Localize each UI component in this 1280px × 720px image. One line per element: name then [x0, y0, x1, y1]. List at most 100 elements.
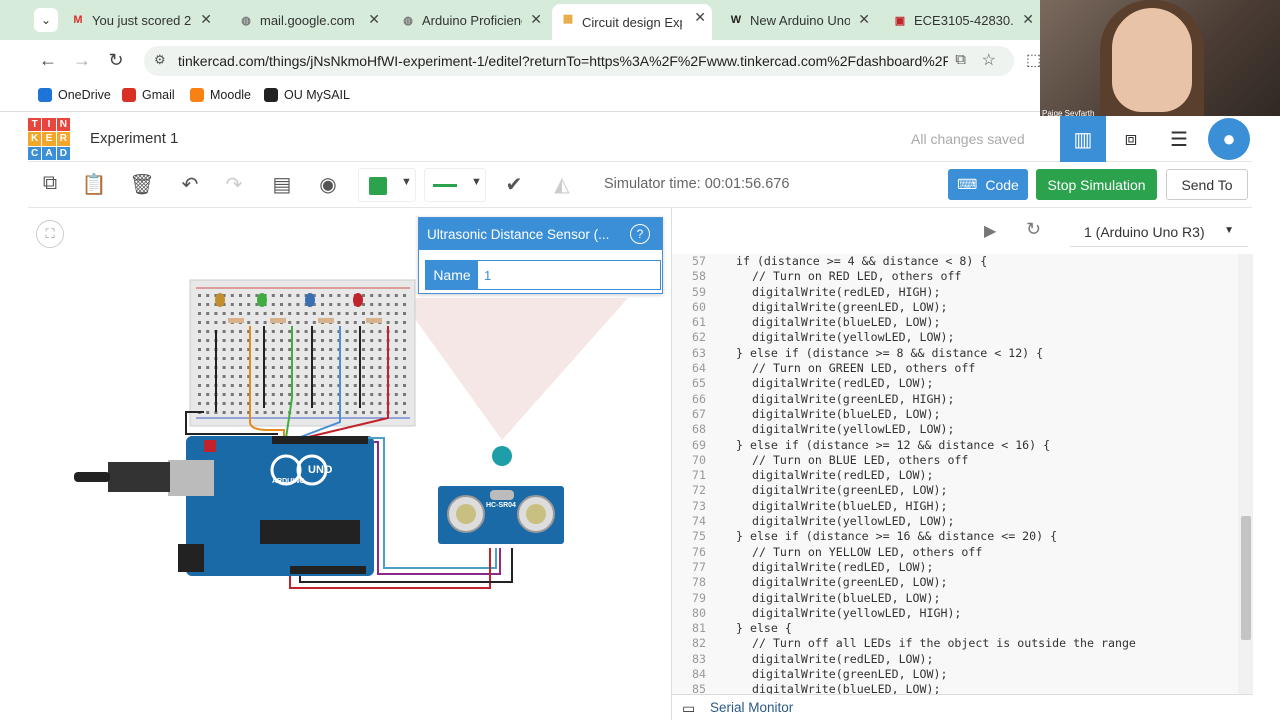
bookmark-item[interactable]: Gmail — [122, 88, 175, 102]
line-text: // Turn on YELLOW LED, others off — [752, 544, 983, 559]
bookmark-item[interactable]: OU MySAIL — [264, 88, 350, 102]
gmail-icon: M — [73, 14, 83, 26]
code-button[interactable]: ⌨ Code — [948, 169, 1028, 200]
redo-icon[interactable]: ↷ — [220, 172, 248, 197]
paste-icon[interactable]: 📋 — [80, 172, 108, 197]
line-number: 70 — [692, 452, 706, 467]
url-text: tinkercad.com/things/jNsNkmoHfWI-experim… — [178, 53, 948, 69]
line-text: digitalWrite(greenLED, LOW); — [752, 299, 948, 314]
schematic-view-button[interactable]: ⧈ — [1108, 116, 1154, 162]
stop-simulation-button[interactable]: Stop Simulation — [1036, 169, 1157, 200]
line-number: 64 — [692, 361, 706, 376]
rotate-icon[interactable]: ✔ — [500, 172, 528, 197]
resistor[interactable] — [270, 318, 286, 323]
site-info-icon[interactable]: ⚙ — [154, 52, 166, 68]
line-text: if (distance >= 4 && distance < 8) { — [736, 254, 988, 268]
reload-button[interactable]: ↻ — [104, 50, 128, 71]
line-text: digitalWrite(blueLED, LOW); — [752, 590, 941, 605]
step-icon[interactable]: ▶ — [984, 221, 996, 241]
globe-icon: ◍ — [403, 14, 413, 27]
line-number: 79 — [692, 590, 706, 605]
line-number: 61 — [692, 315, 706, 330]
line-number: 77 — [692, 559, 706, 574]
browser-tab[interactable]: W New Arduino Uno ✕ — [720, 6, 876, 34]
monitor-icon: ▭ — [682, 700, 696, 716]
back-button[interactable]: ← — [36, 50, 60, 71]
line-text: digitalWrite(blueLED, LOW); — [752, 682, 941, 694]
color-picker[interactable]: ▼ — [358, 168, 416, 202]
line-number: 74 — [692, 514, 706, 529]
led[interactable] — [353, 293, 363, 307]
line-text: digitalWrite(greenLED, HIGH); — [752, 391, 955, 406]
eye-icon[interactable]: ◉ — [314, 172, 342, 197]
logo-letter: K — [28, 132, 42, 146]
line-text: // Turn on RED LED, others off — [752, 269, 962, 284]
name-label: Name — [426, 261, 478, 289]
device-select[interactable]: 1 (Arduino Uno R3) ▼ — [1070, 217, 1248, 247]
bookmark-label: Gmail — [142, 88, 175, 102]
tinkercad-logo[interactable]: TINKERCAD — [28, 118, 70, 160]
led[interactable] — [305, 293, 315, 307]
close-icon[interactable]: ✕ — [1022, 11, 1034, 28]
install-icon[interactable]: ⧉ — [955, 51, 966, 68]
note-icon[interactable]: ▤ — [268, 172, 296, 197]
restart-icon[interactable]: ↻ — [1026, 219, 1041, 240]
line-number: 80 — [692, 605, 706, 620]
line-text: } else if (distance >= 16 && distance <=… — [736, 529, 1058, 544]
serial-monitor-bar[interactable]: ▭ Serial Monitor — [672, 694, 1253, 720]
code-line: 79 digitalWrite(blueLED, LOW); — [672, 591, 1238, 606]
wire-swatch — [433, 184, 457, 187]
wire-type-picker[interactable]: ▼ — [424, 168, 486, 202]
help-icon[interactable]: ? — [630, 224, 650, 244]
sensor-target[interactable] — [492, 446, 512, 466]
line-number: 75 — [692, 529, 706, 544]
star-icon[interactable]: ☆ — [982, 50, 996, 70]
resistor[interactable] — [318, 318, 334, 323]
bookmark-item[interactable]: Moodle — [190, 88, 251, 102]
led[interactable] — [215, 293, 225, 307]
name-input[interactable]: 1 — [478, 261, 660, 289]
extensions-icon[interactable]: ⬚ — [1026, 50, 1041, 70]
close-icon[interactable]: ✕ — [858, 11, 870, 28]
bookmark-item[interactable]: OneDrive — [38, 88, 111, 102]
close-icon[interactable]: ✕ — [368, 11, 380, 28]
line-number: 57 — [692, 254, 706, 268]
line-text: digitalWrite(redLED, LOW); — [752, 559, 934, 574]
close-icon[interactable]: ✕ — [530, 11, 542, 28]
flip-icon[interactable]: ◭ — [548, 172, 576, 197]
scrollbar-thumb[interactable] — [1241, 516, 1251, 640]
component-list-button[interactable]: ☰ — [1156, 116, 1202, 162]
breadboard-icon: ▥ — [1073, 128, 1093, 151]
resistor[interactable] — [228, 318, 244, 323]
code-line: 60 digitalWrite(greenLED, LOW); — [672, 300, 1238, 315]
browser-tab[interactable]: ◍ Arduino Proficienc ✕ — [392, 6, 548, 34]
forward-button[interactable]: → — [70, 50, 94, 71]
code-line: 72 digitalWrite(greenLED, LOW); — [672, 483, 1238, 498]
browser-tab[interactable]: ◍ mail.google.com ✕ — [230, 6, 386, 34]
copy-icon[interactable]: ⧉ — [36, 172, 64, 195]
delete-icon[interactable]: 🗑 — [128, 172, 156, 197]
browser-tab[interactable]: M You just scored 25 ✕ — [62, 6, 218, 34]
undo-icon[interactable]: ↶ — [176, 172, 204, 197]
close-icon[interactable]: ✕ — [694, 9, 706, 26]
logo-letter: E — [42, 132, 56, 146]
resistor[interactable] — [366, 318, 382, 323]
line-number: 59 — [692, 284, 706, 299]
led[interactable] — [257, 293, 267, 307]
url-input[interactable]: ⚙ tinkercad.com/things/jNsNkmoHfWI-exper… — [144, 46, 1014, 76]
tab-search-button[interactable]: ⌄ — [34, 8, 58, 32]
project-title[interactable]: Experiment 1 — [90, 130, 178, 147]
circuit-view-button[interactable]: ▥ — [1060, 116, 1106, 162]
line-text: digitalWrite(greenLED, LOW); — [752, 483, 948, 498]
line-number: 78 — [692, 575, 706, 590]
code-line: 77 digitalWrite(redLED, LOW); — [672, 560, 1238, 575]
send-to-button[interactable]: Send To — [1166, 169, 1248, 200]
line-text: digitalWrite(yellowLED, LOW); — [752, 514, 955, 529]
user-avatar[interactable]: ● — [1206, 116, 1252, 162]
browser-tab[interactable]: ▦ Circuit design Expe ✕ — [552, 4, 712, 40]
line-number: 84 — [692, 667, 706, 682]
code-scrollbar[interactable] — [1238, 254, 1253, 694]
code-text-area[interactable]: 57 if (distance >= 4 && distance < 8) {58… — [672, 254, 1238, 694]
browser-tab[interactable]: ▣ ECE3105-42830.20 ✕ — [884, 6, 1040, 34]
close-icon[interactable]: ✕ — [200, 11, 212, 28]
